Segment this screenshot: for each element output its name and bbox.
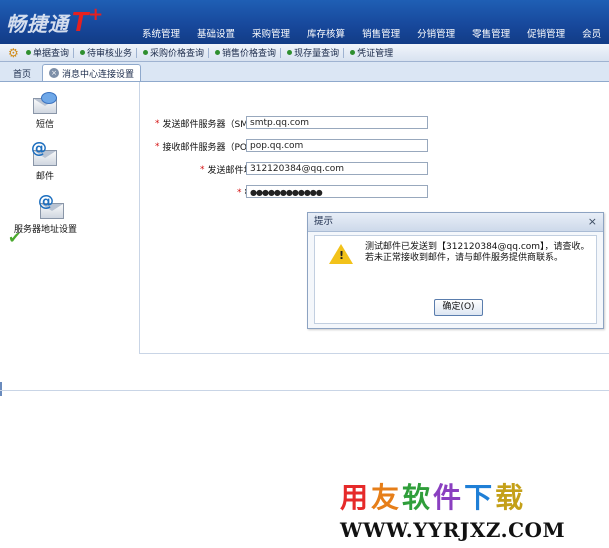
- ok-button[interactable]: 确定(O): [434, 299, 483, 316]
- dot-icon: [80, 50, 86, 55]
- left-nav-label: 短信: [35, 120, 54, 130]
- form-bottom-border: [139, 353, 609, 354]
- quick-item-label: 现存量查询: [294, 49, 340, 59]
- close-tab-icon[interactable]: ×: [49, 68, 59, 78]
- content-bottom-border: [0, 390, 609, 391]
- watermark-chinese: 用友软件下载: [340, 476, 602, 516]
- quick-item-stock-query[interactable]: 现存量查询: [287, 46, 339, 59]
- main-nav-basic[interactable]: 基础设置: [197, 26, 235, 40]
- dialog-message: 测试邮件已发送到【312120384@qq.com】，请查收。若未正常接收到邮件…: [365, 242, 590, 263]
- main-nav-retail[interactable]: 零售管理: [472, 26, 510, 40]
- sender-input[interactable]: 312120384@qq.com: [246, 162, 428, 175]
- dot-icon: [143, 50, 149, 55]
- watermark-char: 用: [340, 481, 372, 514]
- required-star: *: [155, 118, 160, 129]
- quick-item-label: 待审核业务: [87, 49, 133, 59]
- pop3-input[interactable]: pop.qq.com: [246, 139, 428, 152]
- panel-divider: [139, 82, 140, 354]
- dialog-body: ! 测试邮件已发送到【312120384@qq.com】，请查收。若未正常接收到…: [314, 235, 597, 324]
- left-nav-server-address[interactable]: @ 服务器地址设置: [14, 191, 114, 235]
- main-nav-purchase[interactable]: 采购管理: [252, 26, 290, 40]
- tab-home[interactable]: 首页: [6, 64, 39, 81]
- watermark-url: WWW.YYRJXZ.COM: [340, 518, 566, 542]
- quick-item-document-query[interactable]: 单据查询: [26, 46, 69, 59]
- dialog-title-bar[interactable]: 提示 ×: [308, 213, 603, 232]
- main-nav-member[interactable]: 会员: [582, 26, 601, 40]
- main-nav-distribution[interactable]: 分销管理: [417, 26, 455, 40]
- required-star: *: [155, 141, 160, 152]
- dialog-title: 提示: [314, 216, 334, 227]
- quick-item-pending-approval[interactable]: 待审核业务: [80, 46, 132, 59]
- watermark-char: 友: [371, 481, 403, 514]
- separator: [208, 47, 210, 58]
- watermark: 用友软件下载 WWW.YYRJXZ.COM: [340, 476, 602, 542]
- mail-icon: @: [31, 138, 59, 166]
- required-star: *: [237, 187, 242, 198]
- main-nav-system[interactable]: 系统管理: [142, 26, 180, 40]
- password-input[interactable]: ●●●●●●●●●●●●: [246, 185, 428, 198]
- sms-icon: [31, 92, 59, 114]
- separator: [343, 47, 345, 58]
- gear-icon[interactable]: ⚙: [8, 47, 20, 59]
- tab-message-center-settings[interactable]: × 消息中心连接设置: [42, 64, 142, 81]
- watermark-char: 下: [464, 481, 496, 514]
- logo-plus: +: [88, 3, 104, 25]
- logo-t: T: [71, 6, 89, 37]
- at-sign: @: [38, 191, 54, 210]
- dot-icon: [215, 50, 221, 55]
- watermark-char: 软: [402, 481, 434, 514]
- quick-toolbar: ⚙ 单据查询 待审核业务 采购价格查询 销售价格查询 现存量查询 凭证管理: [0, 44, 609, 62]
- bubble-shape: [41, 92, 57, 104]
- separator: [136, 47, 138, 58]
- quick-item-label: 单据查询: [33, 49, 70, 59]
- dot-icon: [287, 50, 293, 55]
- app-logo: 畅捷通 T +: [6, 3, 104, 38]
- required-star: *: [200, 164, 205, 175]
- left-nav-label: 服务器地址设置: [14, 225, 78, 235]
- tab-bar: 首页 × 消息中心连接设置: [0, 62, 609, 82]
- main-nav-inventory[interactable]: 库存核算: [307, 26, 345, 40]
- separator: [280, 47, 282, 58]
- main-nav-promotion[interactable]: 促销管理: [527, 26, 565, 40]
- logo-text: 畅捷通: [6, 11, 69, 36]
- warning-mark: !: [339, 249, 345, 262]
- quick-item-label: 凭证管理: [357, 49, 394, 59]
- quick-item-sales-price[interactable]: 销售价格查询: [215, 46, 276, 59]
- left-nav-label: 邮件: [35, 172, 54, 182]
- server-address-icon: @: [38, 191, 66, 219]
- tab-label: 消息中心连接设置: [62, 69, 135, 80]
- close-icon[interactable]: ×: [588, 213, 597, 231]
- left-nav-mail[interactable]: @ 邮件: [0, 138, 95, 182]
- left-nav-panel: 短信 ✔ @ 邮件 @ 服务器地址设置: [0, 82, 136, 396]
- quick-item-label: 销售价格查询: [222, 49, 277, 59]
- main-nav-sales[interactable]: 销售管理: [362, 26, 400, 40]
- quick-item-label: 采购价格查询: [150, 49, 205, 59]
- main-nav: 系统管理 基础设置 采购管理 库存核算 销售管理 分销管理 零售管理 促销管理 …: [142, 26, 609, 40]
- dot-icon: [350, 50, 356, 55]
- quick-item-voucher[interactable]: 凭证管理: [350, 46, 393, 59]
- left-nav-sms[interactable]: 短信: [0, 92, 95, 130]
- dot-icon: [26, 50, 31, 55]
- at-sign: @: [31, 138, 47, 157]
- left-edge-handle[interactable]: [0, 382, 2, 396]
- smtp-input[interactable]: smtp.qq.com: [246, 116, 428, 129]
- watermark-char: 载: [495, 481, 527, 514]
- prompt-dialog: 提示 × ! 测试邮件已发送到【312120384@qq.com】，请查收。若未…: [307, 212, 604, 329]
- separator: [73, 47, 75, 58]
- watermark-char: 件: [433, 481, 465, 514]
- quick-item-purchase-price[interactable]: 采购价格查询: [143, 46, 204, 59]
- top-header: 畅捷通 T + 系统管理 基础设置 采购管理 库存核算 销售管理 分销管理 零售…: [0, 0, 609, 44]
